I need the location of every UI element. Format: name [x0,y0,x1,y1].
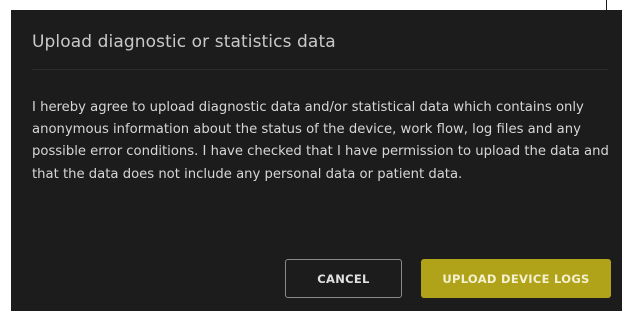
consent-text: I hereby agree to upload diagnostic data… [32,100,609,182]
cancel-button[interactable]: CANCEL [285,259,402,298]
upload-device-logs-button[interactable]: UPLOAD DEVICE LOGS [421,259,611,298]
dialog-title: Upload diagnostic or statistics data [32,32,336,52]
upload-consent-dialog: Upload diagnostic or statistics data I h… [11,10,622,311]
dialog-divider [32,69,608,70]
